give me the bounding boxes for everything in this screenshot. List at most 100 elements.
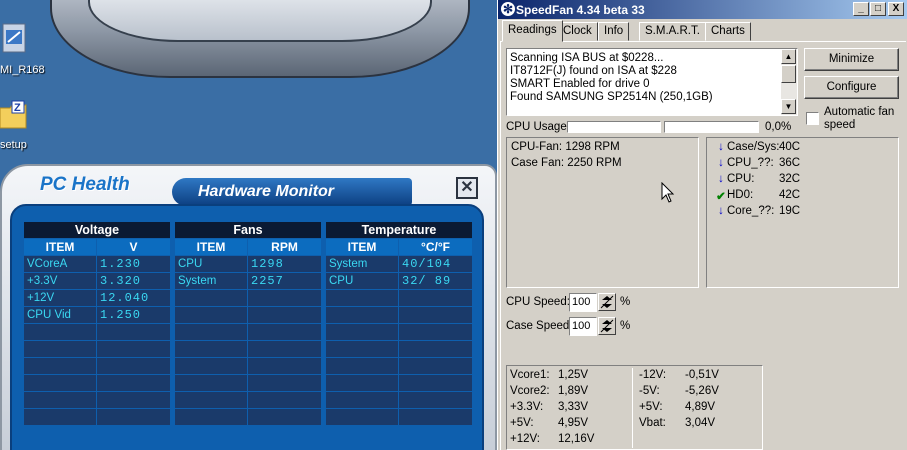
column-header: ITEM: [326, 239, 398, 255]
value-cell: [399, 392, 472, 408]
table-row: [24, 375, 170, 391]
item-cell: CPU: [175, 256, 247, 272]
case-speed-spinner-icon[interactable]: [598, 317, 616, 335]
value-cell: [399, 409, 472, 425]
voltage-name: +5V:: [639, 401, 663, 413]
voltage-name: -12V:: [639, 369, 667, 381]
table-row: [326, 358, 472, 374]
value-cell: 2257: [248, 273, 321, 289]
temp-name: CPU:: [727, 173, 755, 185]
case-speed-input[interactable]: 100: [569, 317, 597, 336]
configure-button[interactable]: Configure: [804, 76, 899, 99]
voltage-value: 4,95V: [558, 417, 589, 429]
tab-clock[interactable]: Clock: [557, 22, 598, 41]
scroll-thumb[interactable]: [781, 65, 796, 83]
item-cell: [326, 307, 398, 323]
item-cell: VCoreA: [24, 256, 96, 272]
column-header: °C/°F: [399, 239, 472, 255]
voltage-name: -5V:: [639, 385, 660, 397]
temperature-header: Temperature: [326, 222, 472, 238]
fans-rows: CPU 1298 System 2257: [175, 256, 321, 425]
table-row: [175, 375, 321, 391]
auto-fan-label: speed: [824, 119, 856, 131]
speedfan-window: ✻ SpeedFan 4.34 beta 33 _ □ X Readings C…: [497, 0, 907, 450]
value-cell: [399, 307, 472, 323]
table-row: [326, 341, 472, 357]
tab-smart[interactable]: S.M.A.R.T.: [639, 22, 706, 41]
log-line: SMART Enabled for drive 0: [510, 78, 650, 90]
temp-name: HD0:: [727, 189, 754, 201]
table-row: [24, 392, 170, 408]
scroll-up-icon[interactable]: ▲: [781, 49, 796, 64]
temp-value: 32C: [779, 173, 801, 185]
log-line: IT8712F(J) found on ISA at $228: [510, 65, 677, 77]
arrow-down-icon: ↓: [718, 205, 724, 217]
column-header: RPM: [248, 239, 321, 255]
temp-row: ↓ CPU: 32C: [715, 173, 800, 189]
minimize-button[interactable]: Minimize: [804, 48, 899, 71]
value-cell: 40/104: [399, 256, 472, 272]
tab-info[interactable]: Info: [598, 22, 630, 41]
cpu-speed-input[interactable]: 100: [569, 293, 597, 312]
table-row: [175, 392, 321, 408]
log-line: Found SAMSUNG SP2514N (250,1GB): [510, 91, 713, 103]
table-row: +3.3V 3.320: [24, 273, 170, 289]
voltage-value: -0,51V: [685, 369, 719, 381]
item-cell: System: [326, 256, 398, 272]
value-cell: [248, 375, 321, 391]
minimize-window-button[interactable]: _: [853, 2, 869, 16]
temp-row: ↓ Case/Sys: 40C: [715, 141, 800, 157]
value-cell: [399, 290, 472, 306]
value-cell: 3.320: [97, 273, 170, 289]
value-cell: [248, 409, 321, 425]
desktop-icon-label[interactable]: setup: [0, 139, 27, 151]
temperatures-box: ↓ Case/Sys: 40C ↓ CPU_??: 36C ↓ CPU: 32C…: [706, 137, 899, 288]
close-icon[interactable]: ✕: [456, 177, 478, 199]
voltage-value: 3,33V: [558, 401, 589, 413]
tab-readings[interactable]: Readings: [502, 20, 563, 42]
tab-charts[interactable]: Charts: [705, 22, 751, 41]
fan-reading: Case Fan: 2250 RPM: [511, 157, 622, 169]
value-cell: 1298: [248, 256, 321, 272]
table-row: CPU Vid 1.250: [24, 307, 170, 323]
item-cell: CPU Vid: [24, 307, 96, 323]
voltage-value: 1,25V: [558, 369, 589, 381]
table-row: [175, 358, 321, 374]
table-row: +12V 12.040: [24, 290, 170, 306]
log-scrollbar[interactable]: ▲ ▼: [781, 49, 797, 115]
table-row: CPU 1298: [175, 256, 321, 272]
maximize-window-button[interactable]: □: [870, 2, 886, 16]
scroll-down-icon[interactable]: ▼: [781, 99, 796, 114]
close-window-button[interactable]: X: [888, 2, 904, 16]
auto-fan-label: Automatic fan: [824, 106, 895, 118]
auto-fan-speed-checkbox[interactable]: [806, 112, 819, 125]
table-row: [175, 341, 321, 357]
temp-name: Case/Sys:: [727, 141, 780, 153]
value-cell: [97, 392, 170, 408]
temp-value: 42C: [779, 189, 801, 201]
fans-box: CPU-Fan: 1298 RPM Case Fan: 2250 RPM: [506, 137, 699, 288]
table-row: [175, 307, 321, 323]
case-speed-unit: %: [620, 320, 631, 332]
cpu-speed-label: CPU Speed:: [506, 296, 570, 308]
table-row: [24, 341, 170, 357]
value-cell: 32/ 89: [399, 273, 472, 289]
zip-folder-icon[interactable]: Z: [0, 100, 28, 130]
cpu-speed-spinner-icon[interactable]: [598, 293, 616, 311]
value-cell: [248, 358, 321, 374]
voltage-name: Vcore2:: [510, 385, 550, 397]
voltage-divider: [632, 368, 633, 448]
desktop-icon-label[interactable]: MI_R168: [0, 64, 45, 76]
value-cell: [399, 375, 472, 391]
app-icon[interactable]: [2, 22, 28, 56]
item-cell: [175, 358, 247, 374]
table-row: System 40/104: [326, 256, 472, 272]
table-row: [326, 324, 472, 340]
item-cell: [326, 324, 398, 340]
temperature-table: Temperature ITEM °C/°F System 40/104 CPU 32…: [326, 222, 472, 426]
log-box[interactable]: Scanning ISA BUS at $0228... IT8712F(J) …: [506, 48, 798, 116]
voltage-value: 4,89V: [685, 401, 716, 413]
item-cell: [24, 409, 96, 425]
speedfan-titlebar[interactable]: ✻ SpeedFan 4.34 beta 33 _ □ X: [498, 0, 907, 19]
table-row: [326, 375, 472, 391]
